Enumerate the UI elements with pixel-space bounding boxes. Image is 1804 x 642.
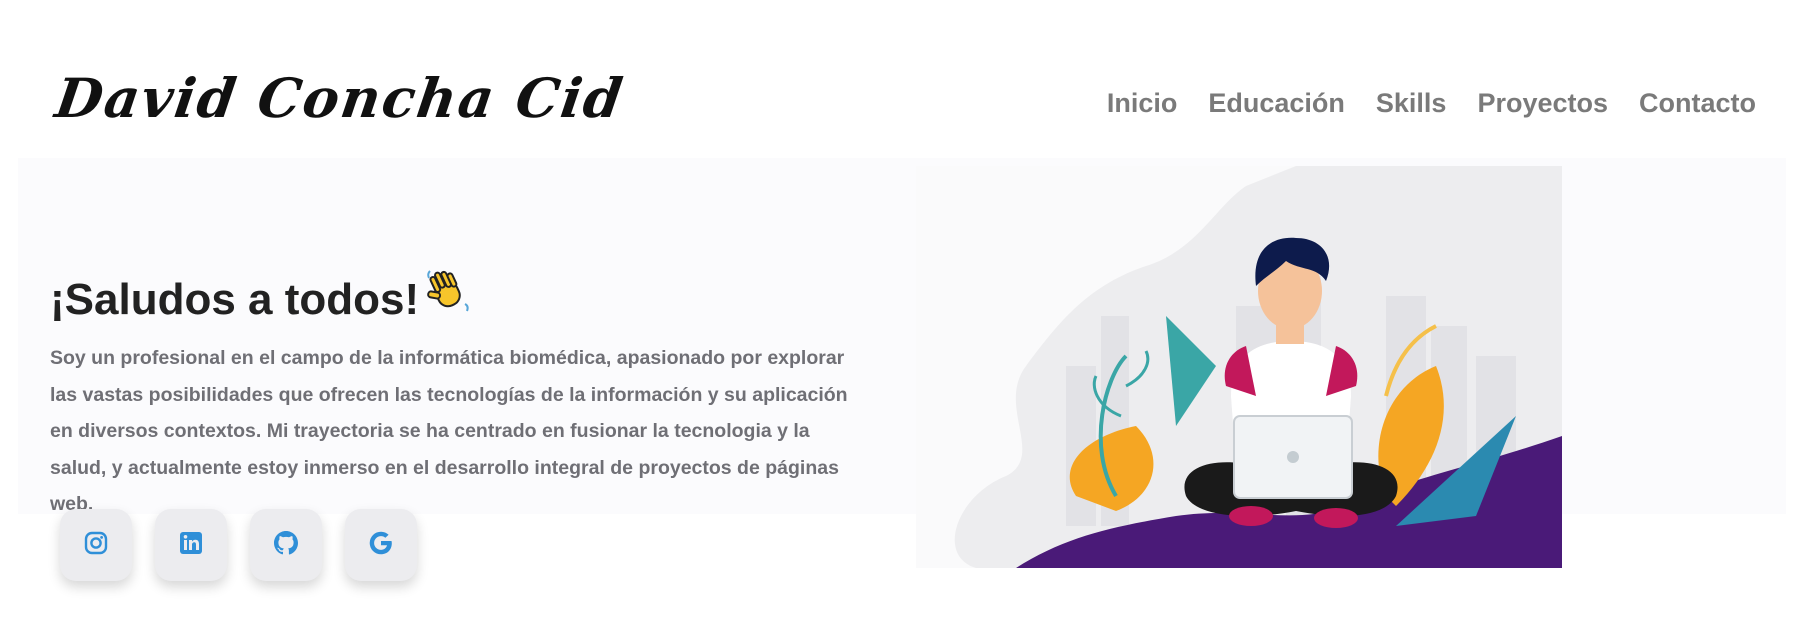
nav-item-contacto[interactable]: Contacto xyxy=(1639,88,1756,119)
site-logo[interactable]: David Concha Cid xyxy=(52,66,629,130)
nav-item-proyectos[interactable]: Proyectos xyxy=(1477,88,1608,119)
main-nav: Inicio Educación Skills Proyectos Contac… xyxy=(1107,88,1756,119)
instagram-button[interactable] xyxy=(60,509,132,581)
hero-title: ¡Saludos a todos! xyxy=(50,268,471,325)
waving-hand-icon xyxy=(425,268,471,325)
linkedin-icon xyxy=(178,530,204,560)
nav-item-educacion[interactable]: Educación xyxy=(1208,88,1345,119)
hero-title-text: ¡Saludos a todos! xyxy=(50,275,420,324)
instagram-icon xyxy=(83,530,109,560)
hero-intro: Soy un profesional en el campo de la inf… xyxy=(50,347,848,515)
social-links xyxy=(60,509,417,581)
nav-item-skills[interactable]: Skills xyxy=(1376,88,1447,119)
google-icon xyxy=(367,529,395,561)
google-button[interactable] xyxy=(345,509,417,581)
linkedin-button[interactable] xyxy=(155,509,227,581)
github-icon xyxy=(272,529,300,561)
hero-illustration xyxy=(916,166,1562,568)
nav-item-inicio[interactable]: Inicio xyxy=(1107,88,1178,119)
github-button[interactable] xyxy=(250,509,322,581)
